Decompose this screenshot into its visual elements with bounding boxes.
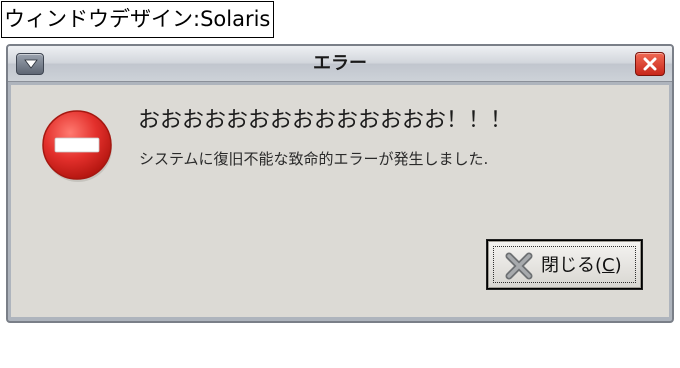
window-title: エラー: [313, 53, 367, 74]
close-dialog-button-label: 閉じる(C): [541, 242, 622, 289]
error-dialog-window: エラー おおおおおおおおおおおおおお！！！ システムに復旧不能な致命的エラーが発…: [6, 44, 674, 323]
primary-message: おおおおおおおおおおおおおお！！！: [138, 108, 513, 133]
window-close-button[interactable]: [635, 52, 665, 76]
button-mnemonic: C: [602, 255, 615, 276]
title-bar[interactable]: エラー: [8, 46, 672, 82]
button-label-prefix: 閉じる(: [541, 255, 603, 276]
error-stop-icon: [41, 109, 115, 187]
close-dialog-button-face[interactable]: 閉じる(C): [488, 241, 641, 288]
caption-label: ウィンドウデザイン:Solaris: [1, 1, 275, 38]
dialog-content: おおおおおおおおおおおおおお！！！ システムに復旧不能な致命的エラーが発生しまし…: [11, 85, 669, 317]
close-dialog-button[interactable]: 閉じる(C): [486, 239, 643, 290]
secondary-message: システムに復旧不能な致命的エラーが発生しました.: [139, 150, 489, 168]
button-label-suffix: ): [614, 255, 622, 276]
close-x-icon: [504, 251, 534, 285]
